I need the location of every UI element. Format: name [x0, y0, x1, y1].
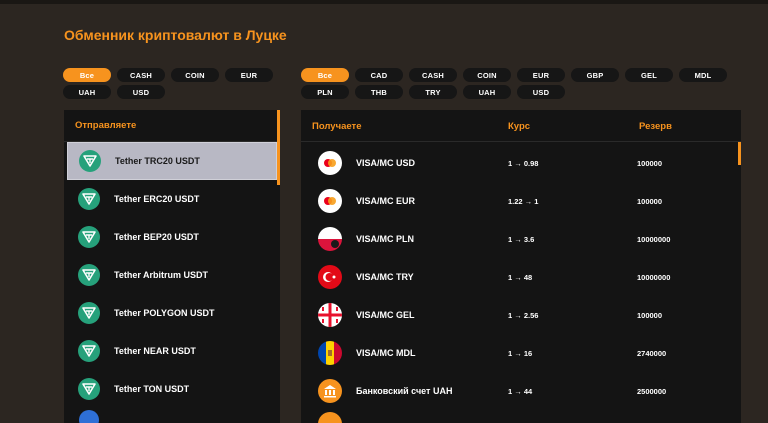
send-scrollbar[interactable] — [277, 110, 280, 185]
receive-filter-thb[interactable]: THB — [355, 85, 403, 99]
tether-icon — [78, 226, 100, 248]
receive-name: VISA/MC EUR — [356, 196, 416, 206]
receive-filter-pln[interactable]: PLN — [301, 85, 349, 99]
mastercard-icon — [318, 151, 342, 175]
send-filter-all[interactable]: Все — [63, 68, 111, 82]
receive-panel: Получаете Курс Резерв VISA/MC USD 1 → 0.… — [301, 110, 741, 423]
receive-rate: 1 → 3.6 — [508, 235, 535, 244]
send-filter-cash[interactable]: CASH — [117, 68, 165, 82]
send-item-label: Tether BEP20 USDT — [114, 232, 199, 242]
receive-name: VISA/MC USD — [356, 158, 416, 168]
send-panel-header: Отправляете — [64, 110, 280, 142]
receive-panel-header: Получаете Курс Резерв — [301, 110, 741, 142]
receive-filter-eur[interactable]: EUR — [517, 68, 565, 82]
receive-rate: 1 → 16 — [508, 349, 533, 358]
header-rate: Курс — [508, 121, 531, 132]
top-bar — [0, 0, 768, 4]
receive-reserve: 100000 — [637, 197, 663, 206]
receive-rate: 1.22 → 1 — [508, 197, 539, 206]
receive-row-visa-gel[interactable]: VISA/MC GEL 1 → 2.56 100000 — [301, 296, 738, 334]
mastercard-icon — [318, 189, 342, 213]
send-item-tether-erc20[interactable]: Tether ERC20 USDT — [64, 180, 280, 218]
send-item-label: Tether TRC20 USDT — [115, 156, 200, 166]
tether-icon — [78, 302, 100, 324]
receive-rate: 1 → 0.98 — [508, 159, 539, 168]
send-item-tether-ton[interactable]: Tether TON USDT — [64, 370, 280, 408]
turkey-flag-icon — [318, 265, 342, 289]
receive-row-visa-mdl[interactable]: VISA/MC MDL 1 → 16 2740000 — [301, 334, 738, 372]
receive-name: VISA/MC GEL — [356, 310, 415, 320]
bank-icon — [318, 412, 342, 423]
tether-icon — [78, 340, 100, 362]
receive-reserve: 10000000 — [637, 235, 671, 244]
receive-filter-mdl[interactable]: MDL — [679, 68, 727, 82]
receive-row-visa-usd[interactable]: VISA/MC USD 1 → 0.98 100000 — [301, 144, 738, 182]
receive-reserve: 2740000 — [637, 349, 667, 358]
receive-row-visa-pln[interactable]: VISA/MC PLN 1 → 3.6 10000000 — [301, 220, 738, 258]
moldova-flag-icon — [318, 341, 342, 365]
bank-icon — [318, 379, 342, 403]
receive-filter-uah[interactable]: UAH — [463, 85, 511, 99]
tether-icon — [78, 264, 100, 286]
receive-filter-cash[interactable]: CASH — [409, 68, 457, 82]
page-title: Обменник криптовалют в Луцке — [64, 27, 287, 43]
receive-reserve: 10000000 — [637, 273, 671, 282]
send-filter-coin[interactable]: COIN — [171, 68, 219, 82]
send-item-tether-bep20[interactable]: Tether BEP20 USDT — [64, 218, 280, 256]
receive-filter-coin[interactable]: COIN — [463, 68, 511, 82]
tether-icon — [78, 188, 100, 210]
poland-flag-icon — [318, 227, 342, 251]
georgia-flag-icon — [318, 303, 342, 327]
send-item-label: Tether POLYGON USDT — [114, 308, 215, 318]
receive-filter-cad[interactable]: CAD — [355, 68, 403, 82]
tether-icon — [79, 150, 101, 172]
receive-name: VISA/MC TRY — [356, 272, 414, 282]
receive-rate: 1 → 44 — [508, 387, 533, 396]
receive-row-visa-eur[interactable]: VISA/MC EUR 1.22 → 1 100000 — [301, 182, 738, 220]
receive-rate: 1 → 2.56 — [508, 311, 539, 320]
receive-name: Банковский счет UAH — [356, 386, 453, 396]
send-item-tether-near[interactable]: Tether NEAR USDT — [64, 332, 280, 370]
receive-row-visa-try[interactable]: VISA/MC TRY 1 → 48 10000000 — [301, 258, 738, 296]
send-item-label: Tether TON USDT — [114, 384, 190, 394]
receive-scrollbar[interactable] — [738, 142, 741, 165]
send-filter-group: Все CASH COIN EUR UAH USD — [63, 68, 283, 99]
send-item-label: Tether Arbitrum USDT — [114, 270, 209, 280]
send-item-tether-arbitrum[interactable]: Tether Arbitrum USDT — [64, 256, 280, 294]
receive-name: VISA/MC MDL — [356, 348, 416, 358]
header-reserve: Резерв — [639, 121, 672, 132]
tether-icon — [78, 378, 100, 400]
receive-reserve: 2500000 — [637, 387, 667, 396]
receive-reserve: 100000 — [637, 311, 663, 320]
coin-icon — [79, 410, 99, 423]
header-receive: Получаете — [312, 121, 362, 132]
receive-row-bank-uah[interactable]: Банковский счет UAH 1 → 44 2500000 — [301, 372, 738, 410]
send-filter-usd[interactable]: USD — [117, 85, 165, 99]
send-filter-uah[interactable]: UAH — [63, 85, 111, 99]
receive-filter-all[interactable]: Все — [301, 68, 349, 82]
receive-filter-usd[interactable]: USD — [517, 85, 565, 99]
receive-rate: 1 → 48 — [508, 273, 533, 282]
receive-filter-gel[interactable]: GEL — [625, 68, 673, 82]
send-item-label: Tether ERC20 USDT — [114, 194, 200, 204]
receive-filter-try[interactable]: TRY — [409, 85, 457, 99]
send-list: Tether TRC20 USDT Tether ERC20 USDT Teth… — [64, 142, 280, 408]
receive-filter-gbp[interactable]: GBP — [571, 68, 619, 82]
send-item-tether-trc20[interactable]: Tether TRC20 USDT — [67, 142, 277, 180]
send-item-label: Tether NEAR USDT — [114, 346, 196, 356]
receive-name: VISA/MC PLN — [356, 234, 415, 244]
receive-filter-group: Все CAD CASH COIN EUR GBP GEL MDL PLN TH… — [301, 68, 741, 99]
receive-reserve: 100000 — [637, 159, 663, 168]
send-panel: Отправляете Tether TRC20 USDT Tether ERC… — [64, 110, 280, 423]
send-item-tether-polygon[interactable]: Tether POLYGON USDT — [64, 294, 280, 332]
send-filter-eur[interactable]: EUR — [225, 68, 273, 82]
